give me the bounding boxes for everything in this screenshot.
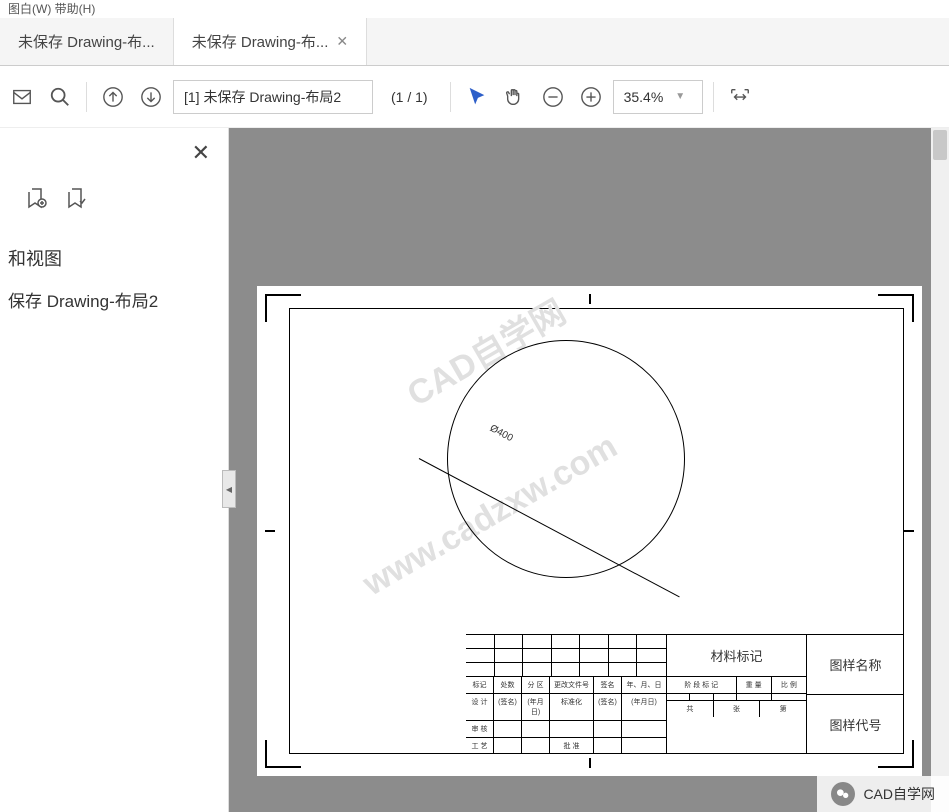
tb-label: 签名 [594, 677, 622, 693]
divider [450, 82, 451, 112]
frame-corner [912, 294, 914, 322]
tb-label: (年月日) [622, 694, 666, 720]
zoom-dropdown[interactable]: 35.4% ▼ [613, 80, 703, 114]
document-tabs: 未保存 Drawing-布... 未保存 Drawing-布... ✕ [0, 18, 949, 66]
toolbar: [1] 未保存 Drawing-布局2 (1 / 1) 35.4% ▼ [0, 66, 949, 128]
tb-label: 年、月、日 [622, 677, 666, 693]
menu-text: 图白(W) 带助(H) [8, 2, 95, 16]
pointer-icon[interactable] [461, 81, 493, 113]
frame-corner [265, 766, 301, 768]
document-title-box[interactable]: [1] 未保存 Drawing-布局2 [173, 80, 373, 114]
zoom-out-icon[interactable] [537, 81, 569, 113]
tb-label: 比 例 [772, 677, 806, 693]
tb-label: 标准化 [550, 694, 594, 720]
fit-width-icon[interactable] [724, 81, 756, 113]
canvas-viewport[interactable]: CAD自学网 www.cadzxw.com Ø400 标记 [229, 128, 949, 812]
frame-corner [878, 294, 914, 296]
tb-label: 批 准 [550, 738, 594, 754]
chevron-down-icon: ▼ [675, 91, 685, 102]
frame-corner [878, 766, 914, 768]
bookmark-check-icon[interactable] [66, 186, 90, 215]
mail-icon[interactable] [6, 81, 38, 113]
tab-label: 未保存 Drawing-布... [192, 31, 329, 52]
scroll-thumb[interactable] [933, 130, 947, 160]
tb-label: 阶 段 标 记 [667, 677, 737, 693]
tb-label: 标记 [466, 677, 494, 693]
center-tick [904, 530, 914, 532]
frame-corner [265, 294, 267, 322]
sidebar-heading: 和视图 [8, 245, 220, 271]
divider [713, 82, 714, 112]
up-arrow-icon[interactable] [97, 81, 129, 113]
tb-label: 审 核 [466, 721, 494, 737]
zoom-value: 35.4% [624, 89, 664, 105]
menu-bar: 图白(W) 带助(H) [0, 0, 949, 18]
material-label: 材料标记 [667, 635, 806, 677]
tb-label: 工 艺 [466, 738, 494, 754]
close-panel-icon[interactable]: ✕ [192, 140, 210, 166]
circle-drawing: Ø400 [447, 340, 685, 578]
tb-label: (年月日) [522, 694, 550, 720]
vertical-scrollbar[interactable] [931, 128, 949, 812]
sidebar: ✕ 和视图 保存 Drawing-布局2 [0, 128, 229, 812]
center-tick [589, 758, 591, 768]
drawing-paper: CAD自学网 www.cadzxw.com Ø400 标记 [257, 286, 922, 776]
drawing-name-label: 图样名称 [807, 635, 904, 695]
footer-brand: CAD自学网 [817, 776, 949, 812]
tb-label: (签名) [494, 694, 522, 720]
close-icon[interactable]: ✕ [336, 33, 348, 50]
tab-drawing-2[interactable]: 未保存 Drawing-布... ✕ [174, 18, 367, 65]
zoom-in-icon[interactable] [575, 81, 607, 113]
footer-text: CAD自学网 [863, 784, 935, 804]
tb-label: 更改文件号 [550, 677, 594, 693]
tb-label: 第 [760, 701, 806, 717]
title-block: 标记 处数 分 区 更改文件号 签名 年、月、日 设 计 (签名) (年月日) … [466, 634, 904, 754]
wechat-icon [831, 782, 855, 806]
frame-corner [265, 294, 301, 296]
pan-hand-icon[interactable] [499, 81, 531, 113]
tab-label: 未保存 Drawing-布... [18, 31, 155, 52]
frame-corner [912, 740, 914, 768]
sidebar-item[interactable]: 保存 Drawing-布局2 [8, 287, 220, 312]
center-tick [589, 294, 591, 304]
tb-label: 设 计 [466, 694, 494, 720]
document-title: [1] 未保存 Drawing-布局2 [184, 87, 341, 107]
center-tick [265, 530, 275, 532]
frame-corner [265, 740, 267, 768]
tab-drawing-1[interactable]: 未保存 Drawing-布... [0, 18, 174, 65]
tb-label: 分 区 [522, 677, 550, 693]
tb-label: 处数 [494, 677, 522, 693]
search-icon[interactable] [44, 81, 76, 113]
drawing-number-label: 图样代号 [807, 695, 904, 754]
circle-shape [447, 340, 685, 578]
tb-label: 重 量 [737, 677, 772, 693]
panel-collapse-handle[interactable] [222, 470, 236, 508]
down-arrow-icon[interactable] [135, 81, 167, 113]
divider [86, 82, 87, 112]
page-counter: (1 / 1) [379, 89, 440, 105]
bookmark-add-icon[interactable] [26, 186, 50, 215]
tb-label: 共 [667, 701, 714, 717]
tb-label: 张 [714, 701, 761, 717]
tb-label: (签名) [594, 694, 622, 720]
